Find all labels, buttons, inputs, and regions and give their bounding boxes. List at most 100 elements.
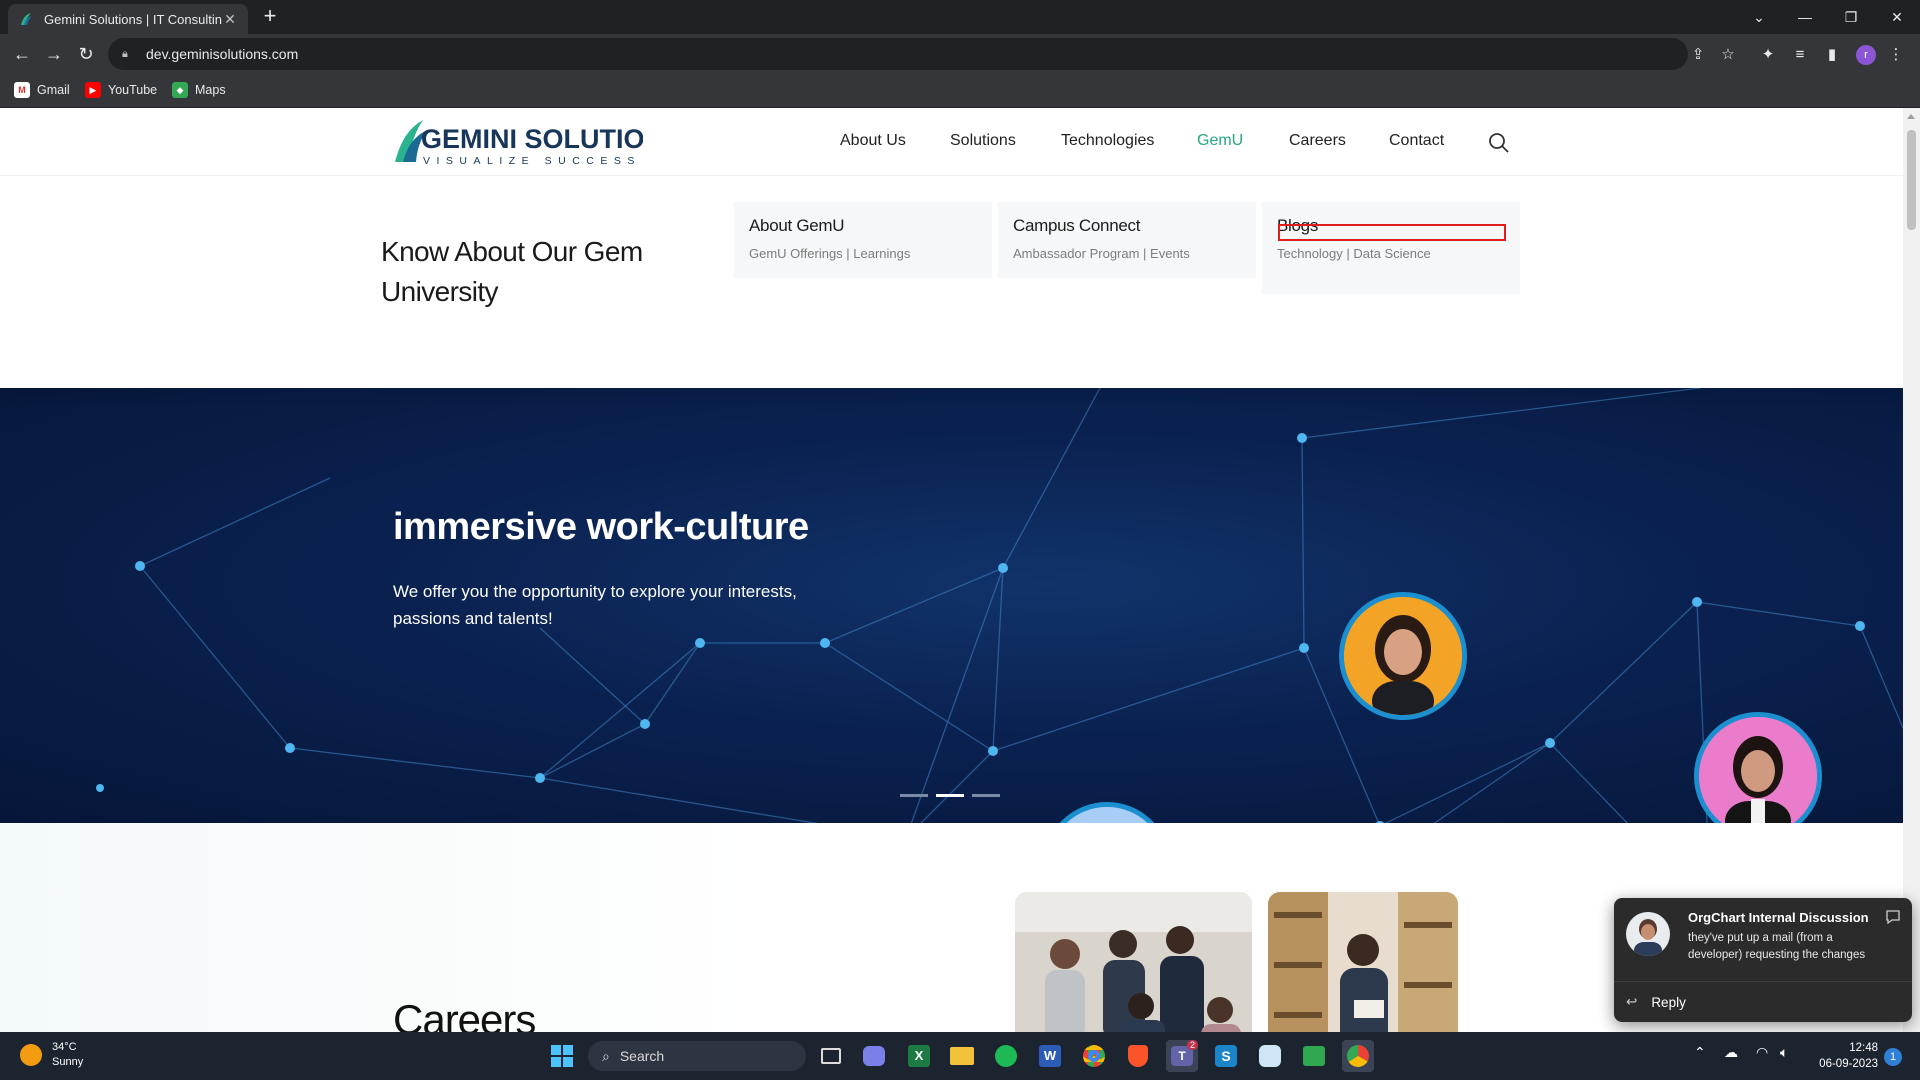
reply-label: Reply [1651,994,1686,1010]
search-icon[interactable] [1488,132,1510,154]
weather-temp: 34°C [52,1041,77,1053]
menu-card-subtitle: GemU Offerings | Learnings [749,246,911,261]
menu-card-title: About GemU [749,216,845,235]
menu-card-blogs[interactable]: Blogs Technology | Data Science [1262,202,1520,294]
toast-message: they've put up a mail (from a developer)… [1688,932,1866,961]
teams-badge: 2 [1186,1040,1198,1050]
nav-solutions[interactable]: Solutions [950,132,1016,150]
site-header: GEMINI SOLUTIONS VISUALIZE SUCCESS About… [0,108,1903,176]
url-text: dev.geminisolutions.com [146,46,299,62]
share-icon[interactable]: ⇪ [1686,42,1710,66]
taskbar-search-label: Search [619,1048,665,1064]
menu-card-campus-connect[interactable]: Campus Connect Ambassador Program | Even… [998,202,1256,278]
menu-card-subtitle: Ambassador Program | Events [1013,246,1190,261]
meet-chat-icon[interactable] [858,1040,890,1072]
nav-about-us[interactable]: About Us [840,132,906,150]
maps-icon: ◆ [172,82,188,98]
browser-tab[interactable]: Gemini Solutions | IT Consulting, ✕ [8,4,248,34]
bookmark-label: YouTube [108,83,158,97]
reply-button[interactable]: ↩ Reply [1626,990,1686,1014]
megamenu-heading: Know About Our Gem University [381,236,643,307]
media-app-icon[interactable] [1298,1040,1330,1072]
bookmarks-bar: M Gmail ▶ YouTube ◆ Maps [0,74,1920,108]
page-scrollbar[interactable] [1903,108,1920,1032]
windows-start-icon[interactable] [546,1040,578,1072]
s-app-icon[interactable]: S [1210,1040,1242,1072]
bookmark-star-icon[interactable]: ☆ [1716,42,1740,66]
nav-contact[interactable]: Contact [1389,132,1444,150]
volume-icon[interactable]: 🔈︎ [1780,1044,1788,1061]
file-explorer-icon[interactable] [946,1040,978,1072]
page-viewport: Careers immersive work-culture We offer … [0,108,1920,1032]
hero-banner: immersive work-culture We offer you the … [0,388,1903,823]
teams-icon[interactable]: T 2 [1166,1040,1198,1072]
windows-taskbar: 34°C Sunny ⌕ Search X W T 2 S ⌃ ☁ ◠ 🔈︎ 1… [0,1032,1920,1080]
bookmark-youtube[interactable]: ▶ YouTube [85,82,157,98]
minimize-icon[interactable]: — [1782,0,1828,34]
reload-icon[interactable]: ↻ [74,42,98,66]
media-queue-icon[interactable]: ≡ [1788,42,1812,66]
logo-tagline: VISUALIZE SUCCESS [423,155,641,167]
show-hidden-icons[interactable]: ⌃ [1694,1044,1706,1061]
teams-notification-toast[interactable]: OrgChart Internal Discussion they've put… [1614,898,1912,1022]
hero-subtitle: We offer you the opportunity to explore … [393,582,797,628]
taskbar-clock[interactable]: 12:48 06-09-2023 [1812,1040,1878,1072]
new-tab-button[interactable]: + [258,5,282,29]
gemu-mega-menu: Know About Our Gem University About GemU… [0,176,1903,388]
nav-careers[interactable]: Careers [1289,132,1346,150]
word-icon[interactable]: W [1034,1040,1066,1072]
tab-search-icon[interactable]: ⌄ [1736,0,1782,34]
extensions-icon[interactable]: ✦ [1756,42,1780,66]
careers-heading: Careers [393,996,536,1032]
hero-slider-dots [900,794,1000,797]
bookmark-maps[interactable]: ◆ Maps [172,82,226,98]
lock-icon[interactable]: 🔒︎ [122,48,136,61]
address-bar[interactable]: 🔒︎ dev.geminisolutions.com [108,38,1688,70]
browser-toolbar: ← → ↻ 🔒︎ dev.geminisolutions.com ⇪ ☆ ✦ ≡… [0,34,1920,74]
slide-dot-1[interactable] [900,794,928,797]
close-window-icon[interactable]: ✕ [1874,0,1920,34]
profile-avatar[interactable]: r [1856,45,1876,65]
hero-title: immersive work-culture [393,506,809,548]
nav-technologies[interactable]: Technologies [1061,132,1154,150]
careers-photo-reading [1268,892,1458,1032]
brave-icon[interactable] [1122,1040,1154,1072]
sender-avatar [1626,912,1670,956]
tab-close-icon[interactable]: ✕ [222,11,238,28]
bookmark-label: Gmail [37,83,70,97]
tab-title: Gemini Solutions | IT Consulting, [44,11,222,27]
scroll-up-icon[interactable] [1907,114,1915,119]
clock-time: 12:48 [1849,1042,1878,1054]
chrome-active-icon[interactable] [1342,1040,1374,1072]
network-app-icon[interactable] [1254,1040,1286,1072]
spotify-icon[interactable] [990,1040,1022,1072]
nav-gemu[interactable]: GemU [1197,132,1243,150]
notification-center-badge[interactable]: 1 [1884,1048,1902,1066]
weather-widget[interactable]: 34°C Sunny [20,1040,83,1070]
toast-divider [1614,981,1912,982]
taskbar-search[interactable]: ⌕ Search [588,1041,806,1071]
chat-bubble-icon[interactable] [1884,908,1902,926]
back-icon[interactable]: ← [10,42,34,66]
onedrive-icon[interactable]: ☁ [1724,1044,1738,1061]
menu-card-title: Campus Connect [1013,216,1141,235]
slide-dot-2[interactable] [936,794,964,797]
highlight-box [1278,224,1506,241]
weather-condition: Sunny [52,1056,84,1068]
gemini-solutions-logo[interactable]: GEMINI SOLUTIONS VISUALIZE SUCCESS [393,118,682,168]
wifi-icon[interactable]: ◠ [1756,1044,1768,1061]
menu-card-about-gemu[interactable]: About GemU GemU Offerings | Learnings [734,202,992,278]
excel-icon[interactable]: X [903,1040,935,1072]
chrome-menu-icon[interactable]: ⋮ [1884,42,1908,66]
scrollbar-thumb[interactable] [1907,130,1916,230]
task-view-icon[interactable] [815,1040,847,1072]
youtube-icon: ▶ [85,82,101,98]
side-panel-icon[interactable]: ▮ [1820,42,1844,66]
slide-dot-3[interactable] [972,794,1000,797]
bookmark-gmail[interactable]: M Gmail [14,82,70,98]
gemini-favicon-icon [21,13,32,25]
bookmark-label: Maps [195,83,226,97]
forward-icon[interactable]: → [42,42,66,66]
restore-icon[interactable]: ❐ [1828,0,1874,34]
chrome-icon[interactable] [1078,1040,1110,1072]
